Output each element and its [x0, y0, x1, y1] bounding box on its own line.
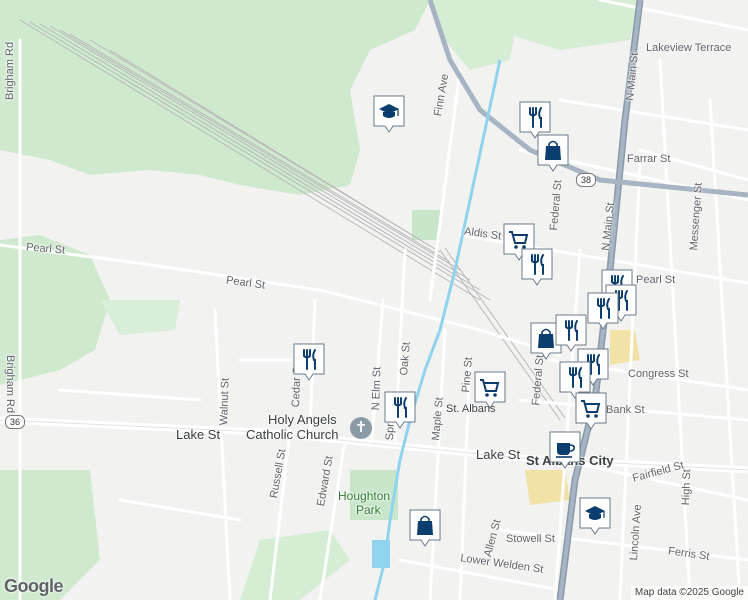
- map-canvas[interactable]: Brigham Rd Brigham Rd Pearl St Pearl St …: [0, 0, 748, 600]
- route-36-shield: 36: [5, 415, 25, 429]
- street-label-pearl-st-east: Pearl St: [636, 274, 676, 286]
- restaurant-icon[interactable]: [553, 313, 589, 352]
- street-label-brigham-rd-south: Brigham Rd: [4, 355, 16, 414]
- street-label-lakeview-terrace: Lakeview Terrace: [646, 42, 732, 54]
- street-label-brigham-rd-north: Brigham Rd: [4, 41, 16, 100]
- restaurant-icon[interactable]: [519, 247, 555, 286]
- street-label-lake-st-west: Lake St: [176, 427, 221, 442]
- street-label-farrar-st: Farrar St: [627, 153, 671, 165]
- street-label-stowell-st: Stowell St: [506, 533, 555, 545]
- street-label-walnut-st: Walnut St: [218, 377, 232, 426]
- shopping-bag-icon[interactable]: [407, 508, 443, 547]
- restaurant-icon[interactable]: [585, 291, 621, 330]
- place-label-houghton[interactable]: Houghton: [338, 489, 390, 503]
- route-38-shield: 38: [576, 173, 596, 187]
- shopping-bag-icon[interactable]: [535, 133, 571, 172]
- restaurant-icon[interactable]: [382, 390, 418, 429]
- church-icon: ✝: [350, 417, 372, 439]
- place-label-holy-angels[interactable]: Holy Angels: [268, 412, 337, 427]
- street-label-high-st: High St: [680, 468, 694, 506]
- school-icon[interactable]: [577, 496, 613, 535]
- street-label-congress-st: Congress St: [628, 368, 689, 380]
- street-label-bank-st: Bank St: [606, 404, 645, 416]
- google-logo: Google: [4, 576, 64, 596]
- grocery-cart-icon[interactable]: [573, 391, 609, 430]
- map-attribution[interactable]: Map data ©2025 Google: [630, 586, 748, 600]
- street-label-lake-st-east: Lake St: [476, 447, 521, 462]
- restaurant-icon[interactable]: [517, 100, 553, 139]
- place-label-park[interactable]: Park: [356, 503, 381, 517]
- restaurant-icon[interactable]: [291, 342, 327, 381]
- grocery-cart-icon[interactable]: [472, 370, 508, 409]
- cafe-icon[interactable]: [547, 430, 583, 469]
- place-label-catholic-church[interactable]: Catholic Church: [246, 427, 339, 442]
- school-icon[interactable]: [371, 94, 407, 133]
